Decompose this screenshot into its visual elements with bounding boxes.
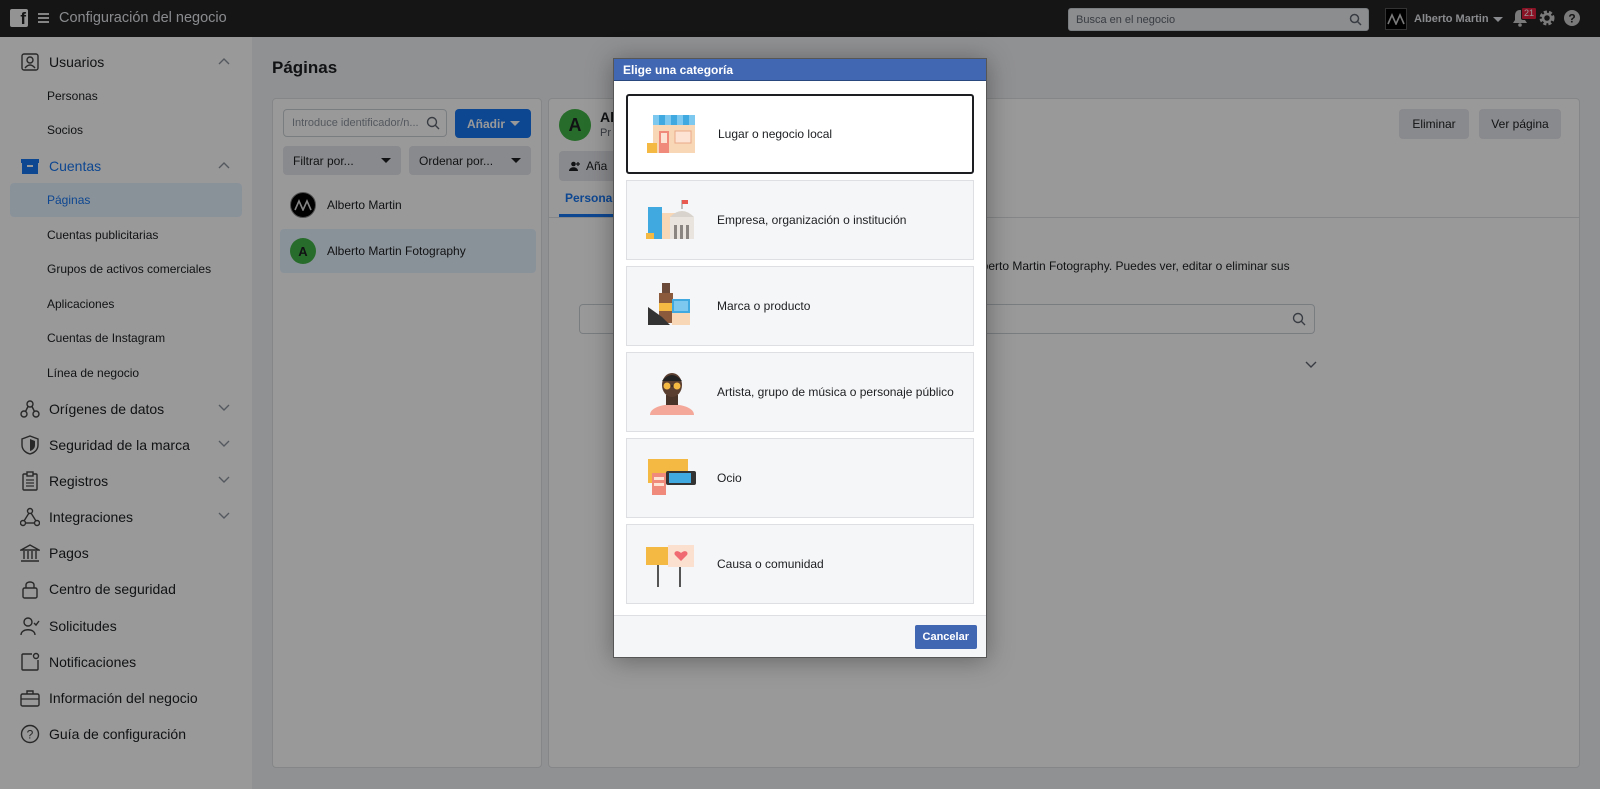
products-icon (641, 275, 703, 337)
dialog-footer: Cancelar (614, 615, 986, 657)
category-company[interactable]: Empresa, organización o institución (626, 180, 974, 260)
cancel-button[interactable]: Cancelar (914, 625, 977, 649)
protest-signs-icon (641, 533, 703, 595)
category-label: Empresa, organización o institución (717, 213, 907, 227)
category-brand-product[interactable]: Marca o producto (626, 266, 974, 346)
storefront-icon (642, 103, 704, 165)
category-label: Artista, grupo de música o personaje púb… (717, 385, 954, 399)
category-entertainment[interactable]: Ocio (626, 438, 974, 518)
category-label: Lugar o negocio local (718, 127, 833, 141)
entertainment-icon (641, 447, 703, 509)
category-dialog: Elige una categoría Lugar o negocio loca… (613, 58, 987, 658)
category-label: Ocio (717, 471, 742, 485)
category-artist[interactable]: Artista, grupo de música o personaje púb… (626, 352, 974, 432)
category-list: Lugar o negocio local Empresa, organizac… (626, 94, 974, 610)
category-local-business[interactable]: Lugar o negocio local (626, 94, 974, 174)
buildings-icon (641, 189, 703, 251)
category-label: Marca o producto (717, 299, 811, 313)
category-cause-community[interactable]: Causa o comunidad (626, 524, 974, 604)
category-label: Causa o comunidad (717, 557, 824, 571)
artist-icon (641, 361, 703, 423)
dialog-title: Elige una categoría (614, 59, 986, 81)
